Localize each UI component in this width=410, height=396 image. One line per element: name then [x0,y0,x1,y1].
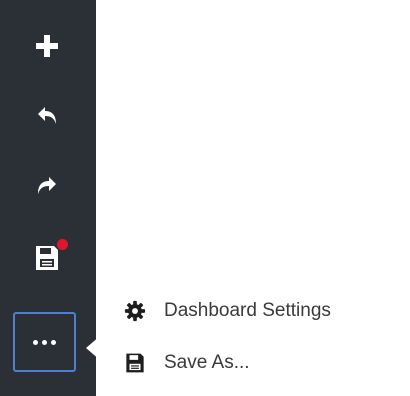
plus-icon [36,35,58,57]
redo-icon [38,177,56,194]
menu-item-label: Save As... [164,352,250,373]
gear-icon [124,300,146,322]
more-options-menu: Dashboard Settings Save As... [100,270,410,396]
app-stage: Dashboard Settings Save As... [0,0,410,396]
more-options-button[interactable] [13,312,76,372]
undo-icon [38,107,56,124]
dashboard-toolbar [0,0,96,396]
add-button[interactable] [16,18,78,74]
menu-item-label: Dashboard Settings [164,300,331,321]
more-icon [33,339,56,345]
undo-button[interactable] [16,88,78,144]
menu-item-save-as[interactable]: Save As... [124,344,250,382]
unsaved-changes-badge [57,239,68,250]
menu-item-dashboard-settings[interactable]: Dashboard Settings [124,292,331,330]
save-icon [36,246,58,270]
save-icon [124,352,146,374]
save-icon-wrap [34,239,68,272]
save-button[interactable] [16,230,78,286]
redo-button[interactable] [16,158,78,214]
menu-pointer [86,336,100,360]
